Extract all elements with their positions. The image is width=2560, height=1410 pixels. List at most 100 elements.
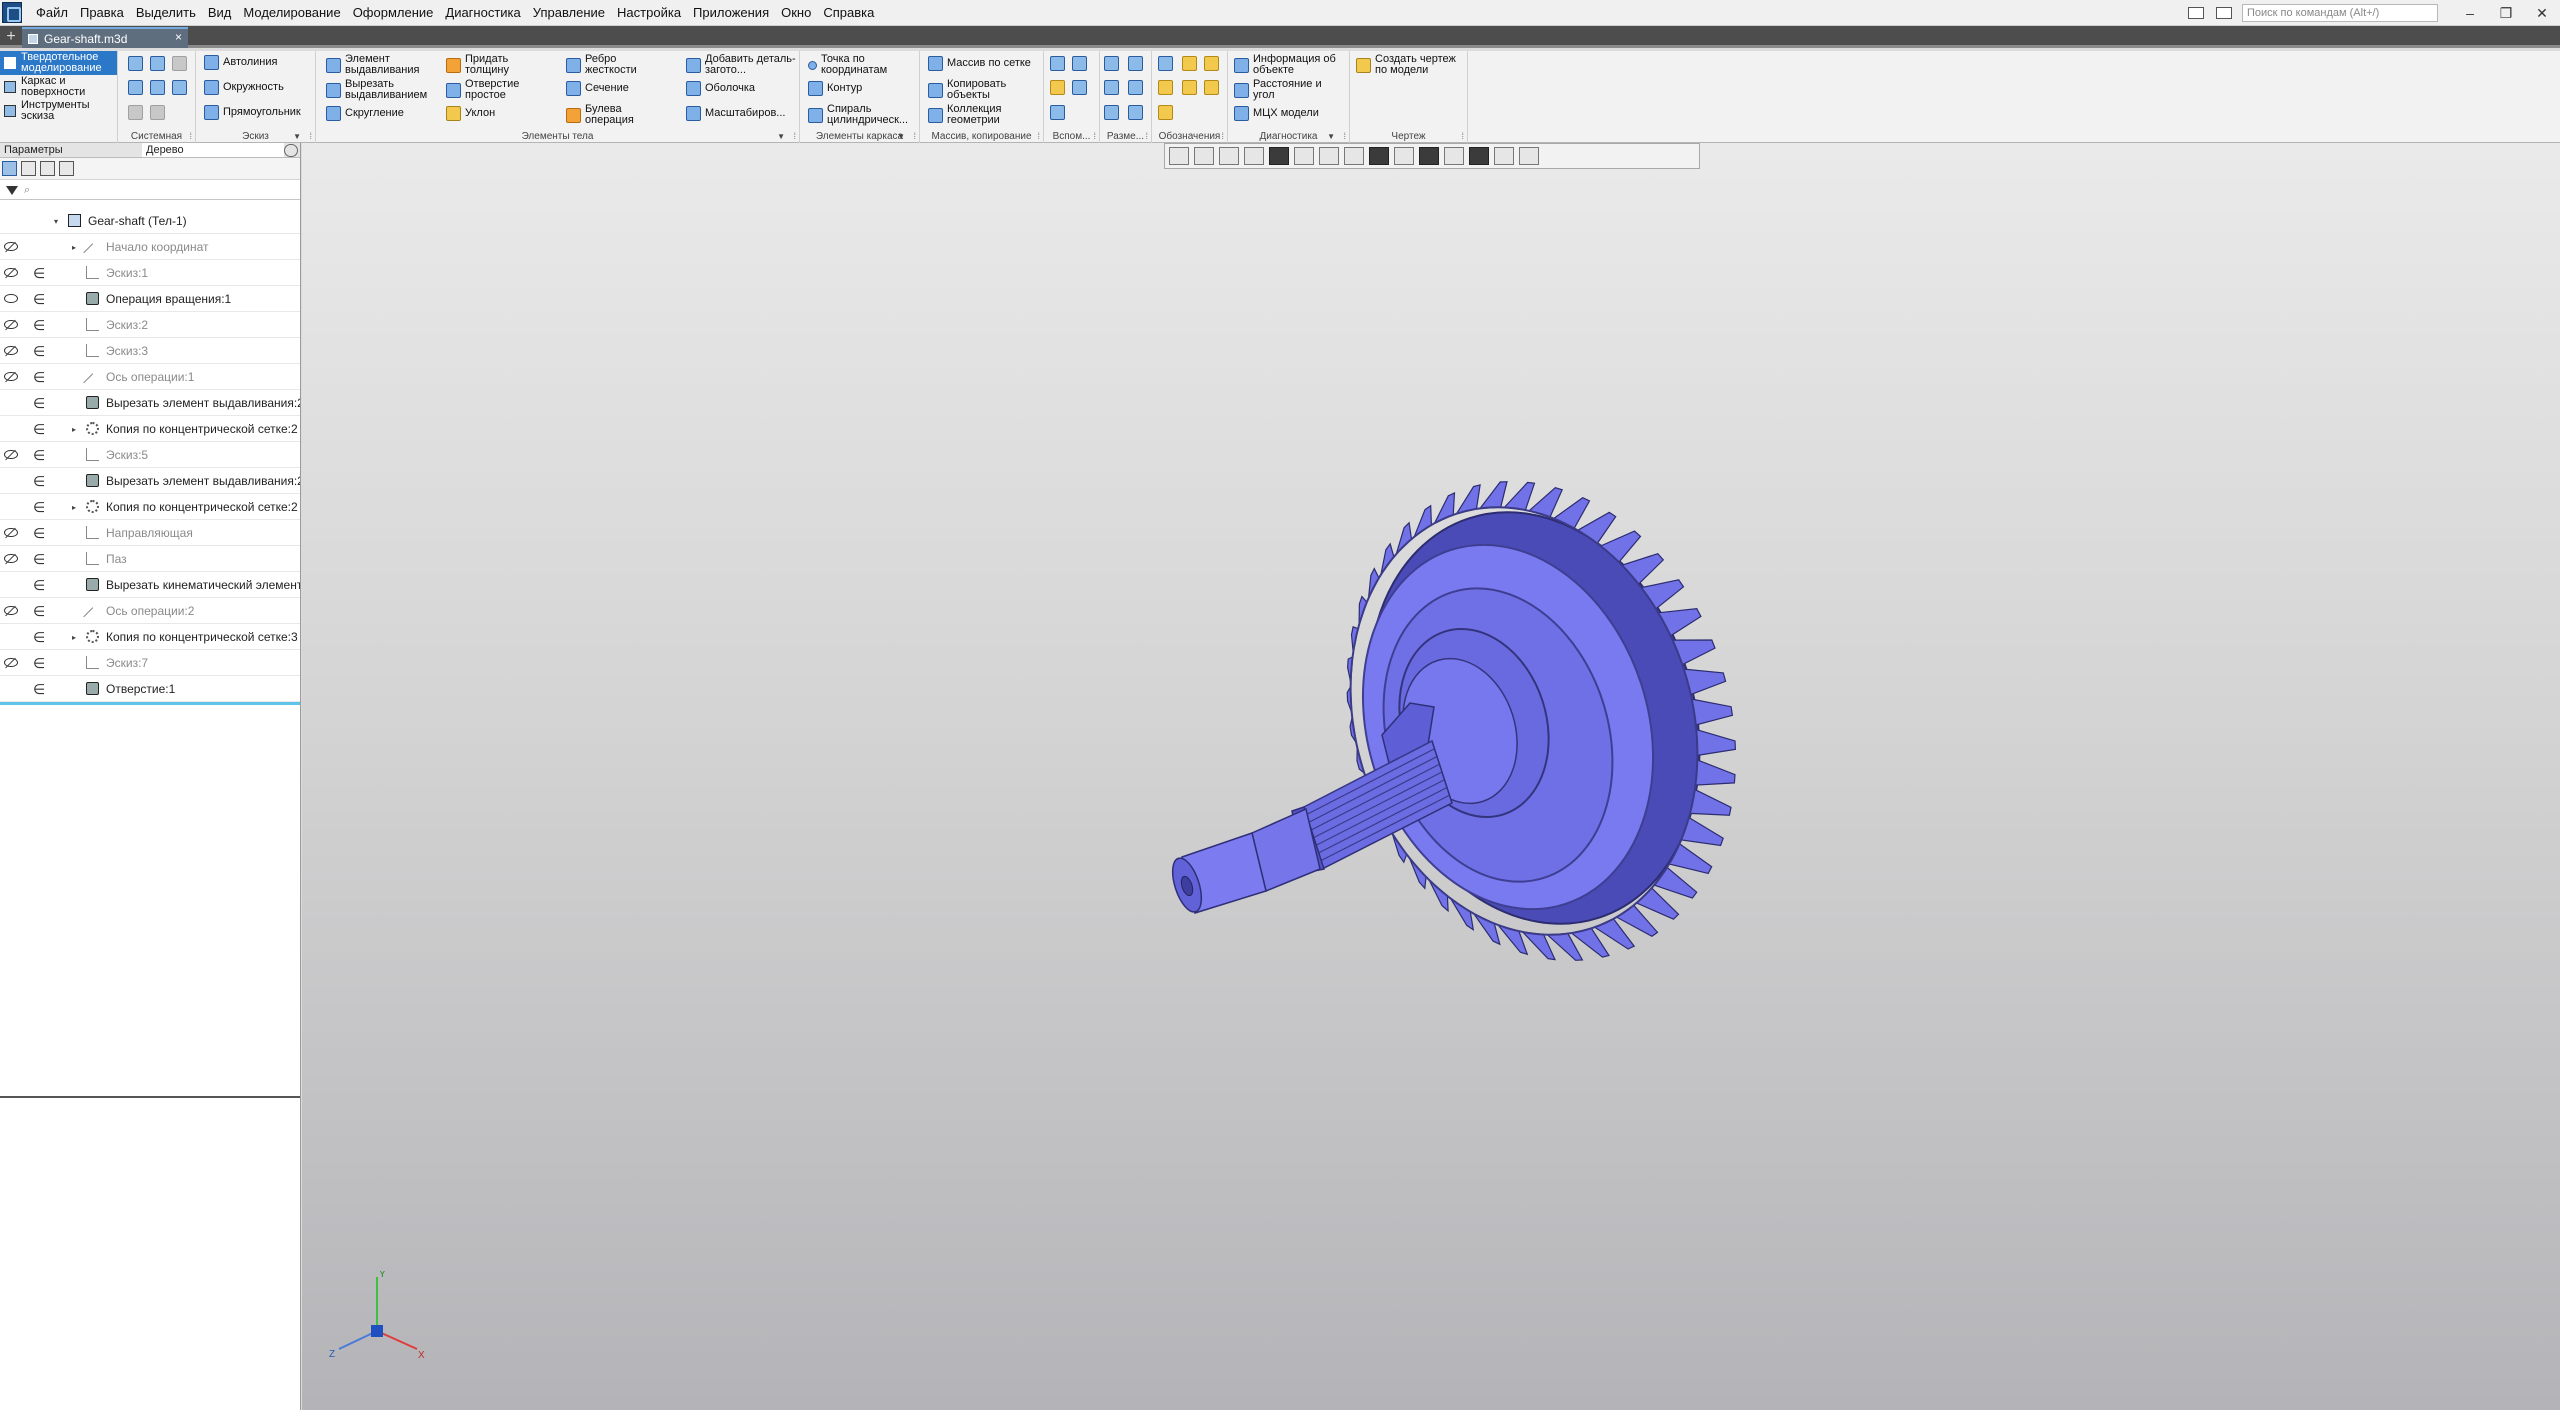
roughness-icon[interactable]	[1182, 56, 1197, 71]
menu-select[interactable]: Выделить	[130, 0, 202, 26]
tree-row[interactable]: ∈ Эскиз:2	[0, 312, 300, 338]
eye-hidden-icon[interactable]	[4, 528, 18, 537]
lcs-icon[interactable]	[1072, 80, 1087, 95]
helix-button[interactable]: Спираль цилиндрическ...	[808, 104, 921, 126]
include-icon[interactable]: ∈	[33, 525, 45, 542]
print-icon[interactable]	[128, 80, 143, 95]
tree-row[interactable]: ∈ ▸ Копия по концентрической сетке:3	[0, 624, 300, 650]
tab-parameters[interactable]: Параметры	[0, 143, 142, 157]
eye-hidden-icon[interactable]	[4, 242, 18, 251]
circle-button[interactable]: Окружность	[204, 80, 284, 95]
tree-row[interactable]: ∈ Вырезать кинематический элемент	[0, 572, 300, 598]
tree-row[interactable]: ∈ Эскиз:5	[0, 442, 300, 468]
menu-manage[interactable]: Управление	[527, 0, 611, 26]
mode-wireframe-surfaces[interactable]: Каркас и поверхности	[0, 75, 117, 99]
plane-icon[interactable]	[1050, 56, 1065, 71]
include-icon[interactable]: ∈	[33, 369, 45, 386]
open-icon[interactable]	[150, 56, 165, 71]
new-tab-button[interactable]: +	[2, 28, 20, 46]
include-icon[interactable]: ∈	[33, 655, 45, 672]
include-icon[interactable]: ∈	[33, 473, 45, 490]
save-as-icon[interactable]	[172, 80, 187, 95]
weld-icon[interactable]	[1204, 80, 1219, 95]
eye-hidden-icon[interactable]	[4, 658, 18, 667]
tree-row[interactable]: ∈ Операция вращения:1	[0, 286, 300, 312]
tree-row[interactable]: ▾ Gear-shaft (Тел-1)	[0, 208, 300, 234]
zoom-icon[interactable]	[1194, 147, 1214, 165]
rib-button[interactable]: Ребро жесткости	[566, 54, 645, 76]
tree-row[interactable]: ∈ Направляющая	[0, 520, 300, 546]
tree-row[interactable]: ▸ Начало координат	[0, 234, 300, 260]
simple-hole-button[interactable]: Отверстие простое	[446, 79, 531, 101]
include-icon[interactable]: ∈	[33, 603, 45, 620]
line-icon[interactable]	[1050, 105, 1065, 120]
tree-row[interactable]: ∈ Ось операции:1	[0, 364, 300, 390]
section-view-icon[interactable]	[1344, 147, 1364, 165]
expand-icon[interactable]: ▸	[72, 425, 76, 434]
offset-plane-icon[interactable]	[1072, 56, 1087, 71]
tree-structure-icon[interactable]	[2, 161, 17, 176]
eye-hidden-icon[interactable]	[4, 320, 18, 329]
selection-filter-icon[interactable]	[1469, 147, 1489, 165]
include-icon[interactable]: ∈	[33, 629, 45, 646]
expand-arrow-icon[interactable]: ▼	[777, 130, 785, 143]
eye-hidden-icon[interactable]	[4, 606, 18, 615]
tree-row[interactable]: ∈ Вырезать элемент выдавливания:2	[0, 468, 300, 494]
section-button[interactable]: Сечение	[566, 81, 629, 96]
tree-row[interactable]: ∈ Вырезать элемент выдавливания:2	[0, 390, 300, 416]
include-icon[interactable]: ∈	[33, 291, 45, 308]
rectangle-button[interactable]: Прямоугольник	[204, 105, 301, 120]
3d-viewport[interactable]: Y X Z	[302, 143, 2560, 1410]
include-icon[interactable]: ∈	[33, 343, 45, 360]
radial-dim-icon[interactable]	[1128, 56, 1143, 71]
expand-icon[interactable]: ▸	[72, 633, 76, 642]
include-icon[interactable]: ∈	[33, 681, 45, 698]
tree-row[interactable]: ∈ Эскиз:3	[0, 338, 300, 364]
menu-help[interactable]: Справка	[817, 0, 880, 26]
gear-icon[interactable]	[284, 144, 298, 157]
menu-edit[interactable]: Правка	[74, 0, 130, 26]
panels-icon[interactable]	[2216, 7, 2232, 19]
render-icon[interactable]	[1444, 147, 1464, 165]
shaded-display-icon[interactable]	[1269, 147, 1289, 165]
mark-icon[interactable]	[1182, 80, 1197, 95]
panel-splitter[interactable]	[0, 1096, 300, 1098]
save-icon[interactable]	[150, 80, 165, 95]
thread-icon[interactable]	[1158, 105, 1173, 120]
mode-sketch-tools[interactable]: Инструменты эскиза	[0, 99, 117, 123]
eye-icon[interactable]	[4, 294, 18, 303]
filter-icon[interactable]	[6, 186, 18, 195]
extrude-button[interactable]: Элемент выдавливания	[326, 54, 429, 76]
expand-icon[interactable]: ▾	[54, 217, 58, 226]
document-tab[interactable]: Gear-shaft.m3d ×	[22, 27, 188, 48]
include-icon[interactable]: ∈	[33, 551, 45, 568]
geometry-collection-button[interactable]: Коллекция геометрии	[928, 104, 1017, 126]
contour-button[interactable]: Контур	[808, 81, 862, 96]
tree-display-icon[interactable]	[40, 161, 55, 176]
tree-row[interactable]: ∈ Паз	[0, 546, 300, 572]
mode-solid-modeling[interactable]: Твердотельное моделирование	[0, 51, 117, 75]
expand-arrow-icon[interactable]: ▼	[293, 130, 301, 143]
mass-properties-button[interactable]: МЦХ модели	[1234, 106, 1319, 121]
app-logo-icon[interactable]	[2, 2, 22, 23]
snapping-icon[interactable]	[1369, 147, 1389, 165]
autoline-button[interactable]: Автолиния	[204, 55, 277, 70]
scale-button[interactable]: Масштабиров...	[686, 106, 785, 121]
cut-extrude-button[interactable]: Вырезать выдавливанием	[326, 79, 435, 101]
draft-button[interactable]: Уклон	[446, 106, 495, 121]
grid-array-button[interactable]: Массив по сетке	[928, 56, 1031, 71]
display-mode-icon[interactable]	[1294, 147, 1314, 165]
diameter-dim-icon[interactable]	[1128, 80, 1143, 95]
tree-order-icon[interactable]	[21, 161, 36, 176]
point-by-coords-button[interactable]: Точка по координатам	[808, 54, 907, 76]
eye-hidden-icon[interactable]	[4, 346, 18, 355]
redo-icon[interactable]	[150, 105, 165, 120]
base-icon[interactable]	[1204, 56, 1219, 71]
tree-row[interactable]: ∈ Ось операции:2	[0, 598, 300, 624]
leader-icon[interactable]	[1158, 56, 1173, 71]
tree-row[interactable]: ∈ ▸ Копия по концентрической сетке:2	[0, 416, 300, 442]
include-icon[interactable]: ∈	[33, 499, 45, 516]
measure-icon[interactable]	[1494, 147, 1514, 165]
perspective-icon[interactable]	[1419, 147, 1439, 165]
menu-file[interactable]: Файл	[30, 0, 74, 26]
